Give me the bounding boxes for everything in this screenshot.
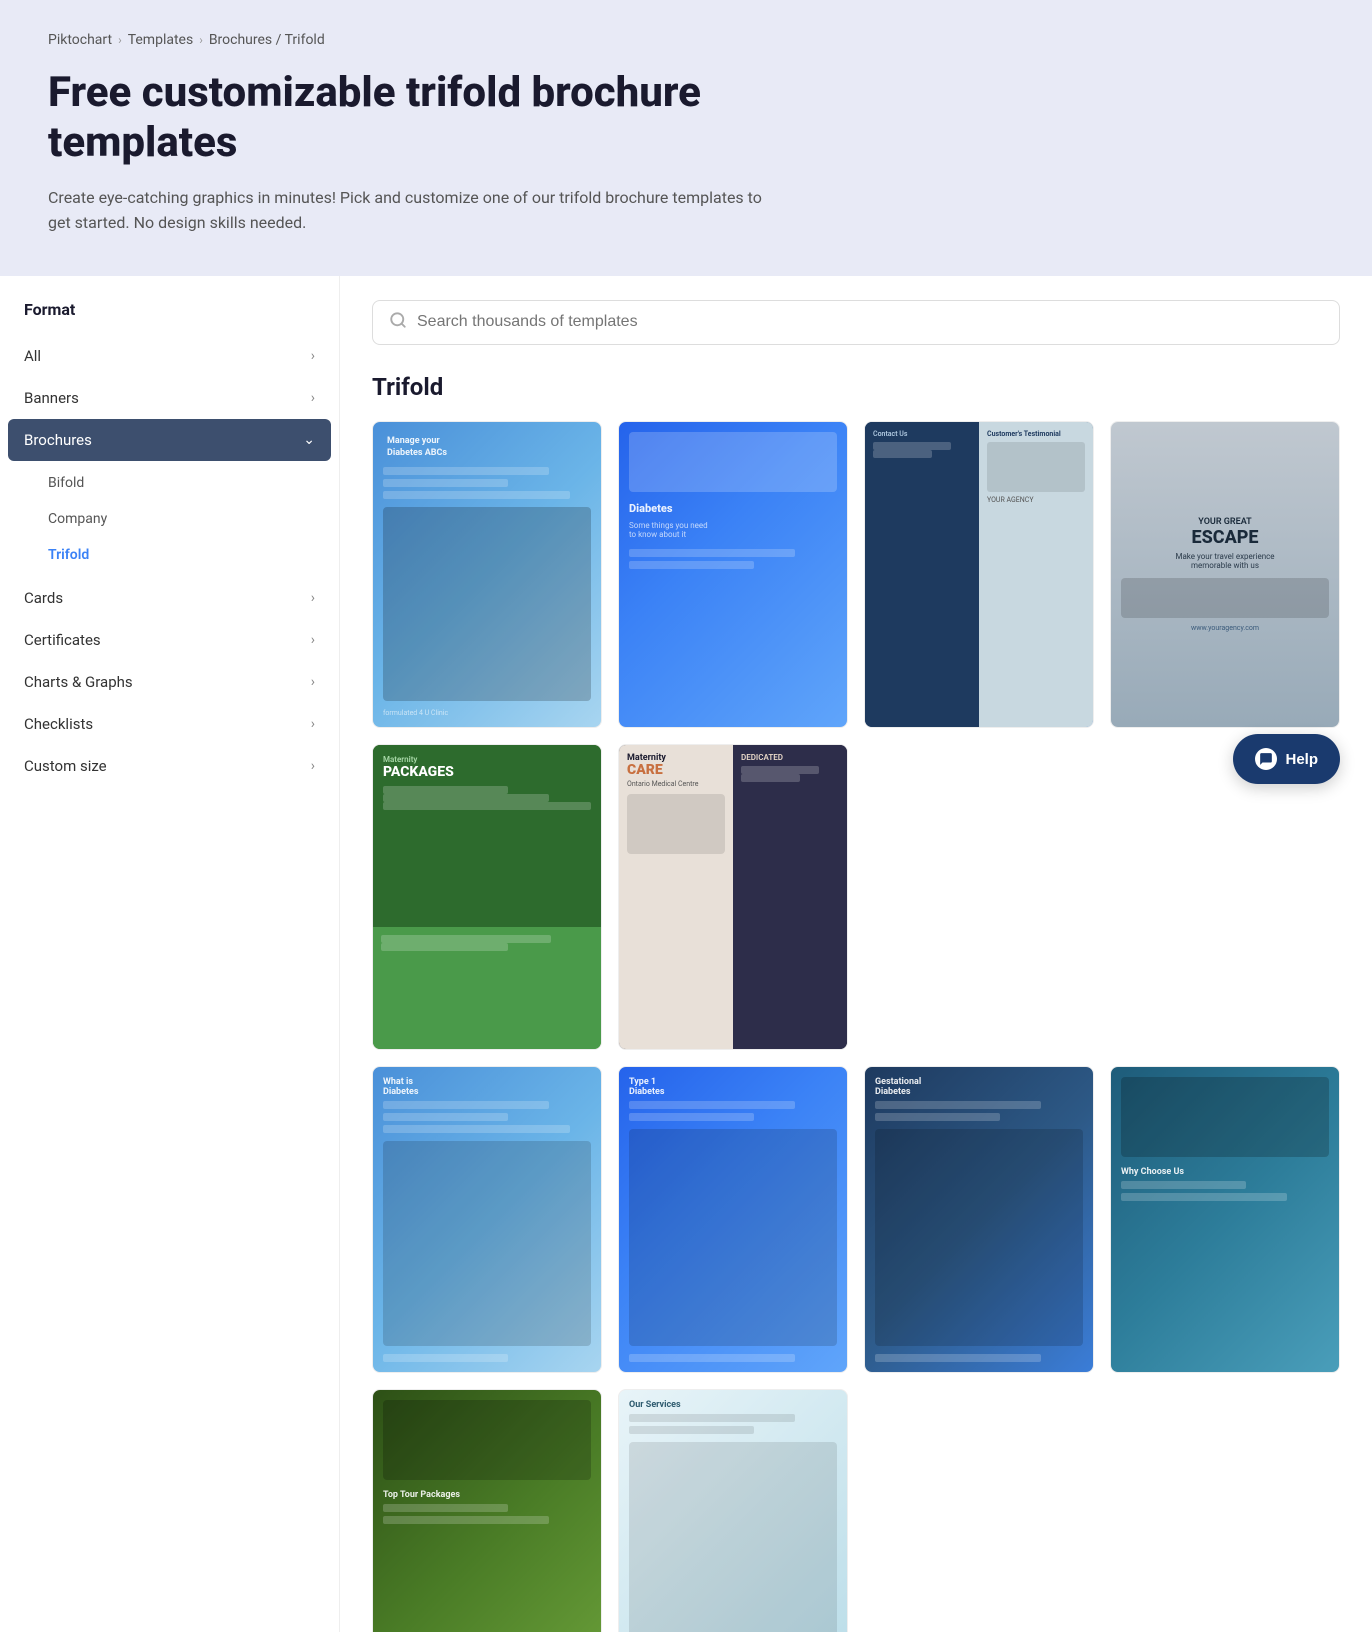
template-card[interactable]: Maternity CARE Ontario Medical Centre DE… xyxy=(618,744,848,1051)
main-content: Format All › Banners › Brochures ⌄ Bifol… xyxy=(0,276,1372,1632)
sidebar-title: Format xyxy=(0,300,339,335)
sidebar-label-brochures: Brochures xyxy=(24,431,92,449)
templates-grid-row2: What isDiabetes Type 1Diabetes xyxy=(372,1066,1340,1632)
template-card[interactable]: What isDiabetes xyxy=(372,1066,602,1373)
template-card[interactable]: GestationalDiabetes xyxy=(864,1066,1094,1373)
sidebar-label-bifold: Bifold xyxy=(48,475,84,491)
sidebar-label-custom-size: Custom size xyxy=(24,757,107,775)
chevron-right-icon: › xyxy=(311,348,315,364)
sidebar-item-charts-graphs[interactable]: Charts & Graphs › xyxy=(0,661,339,703)
breadcrumb-current: Brochures / Trifold xyxy=(209,32,325,48)
breadcrumb: Piktochart › Templates › Brochures / Tri… xyxy=(48,32,1324,48)
sidebar-item-custom-size[interactable]: Custom size › xyxy=(0,745,339,787)
hero-banner: Piktochart › Templates › Brochures / Tri… xyxy=(0,0,1372,276)
template-card[interactable]: Maternity PACKAGES xyxy=(372,744,602,1051)
template-card[interactable]: Manage yourDiabetes ABCs formulated 4 U … xyxy=(372,421,602,728)
template-card[interactable]: YOUR GREAT ESCAPE Make your travel exper… xyxy=(1110,421,1340,728)
breadcrumb-sep-1: › xyxy=(118,33,122,47)
help-button[interactable]: Help xyxy=(1233,734,1340,784)
breadcrumb-home[interactable]: Piktochart xyxy=(48,32,112,48)
sidebar-item-all[interactable]: All › xyxy=(0,335,339,377)
chevron-right-icon: › xyxy=(311,674,315,690)
chat-icon xyxy=(1255,748,1277,770)
sidebar-item-banners[interactable]: Banners › xyxy=(0,377,339,419)
sidebar-item-company[interactable]: Company xyxy=(0,501,339,537)
sidebar-item-checklists[interactable]: Checklists › xyxy=(0,703,339,745)
search-input[interactable] xyxy=(417,313,1323,331)
sidebar-label-cards: Cards xyxy=(24,589,63,607)
sidebar-item-certificates[interactable]: Certificates › xyxy=(0,619,339,661)
template-card[interactable]: Why Choose Us xyxy=(1110,1066,1340,1373)
sidebar-item-cards[interactable]: Cards › xyxy=(0,577,339,619)
help-label: Help xyxy=(1285,751,1318,768)
breadcrumb-templates[interactable]: Templates xyxy=(128,32,194,48)
templates-grid-row1: Manage yourDiabetes ABCs formulated 4 U … xyxy=(372,421,1340,1050)
section-heading: Trifold xyxy=(372,373,1340,401)
sidebar-item-brochures[interactable]: Brochures ⌄ xyxy=(8,419,331,461)
template-card[interactable]: Diabetes Some things you needto know abo… xyxy=(618,421,848,728)
sidebar-item-trifold[interactable]: Trifold xyxy=(0,537,339,573)
content-area: Trifold Manage yourDiabetes ABCs formula… xyxy=(340,276,1372,1632)
chevron-right-icon: › xyxy=(311,716,315,732)
sidebar-item-bifold[interactable]: Bifold xyxy=(0,465,339,501)
hero-subtitle: Create eye-catching graphics in minutes!… xyxy=(48,185,768,236)
search-icon xyxy=(389,311,407,334)
template-card[interactable]: Type 1Diabetes xyxy=(618,1066,848,1373)
sidebar-label-all: All xyxy=(24,347,41,365)
brochures-sub-menu: Bifold Company Trifold xyxy=(0,461,339,577)
page-title: Free customizable trifold brochure templ… xyxy=(48,68,748,169)
chevron-right-icon: › xyxy=(311,390,315,406)
sidebar-label-charts-graphs: Charts & Graphs xyxy=(24,673,133,691)
sidebar-label-company: Company xyxy=(48,511,107,527)
chevron-right-icon: › xyxy=(311,758,315,774)
template-card[interactable]: Contact Us Customer's Testimonial YOUR A… xyxy=(864,421,1094,728)
template-card[interactable]: Our Services xyxy=(618,1389,848,1632)
sidebar: Format All › Banners › Brochures ⌄ Bifol… xyxy=(0,276,340,1632)
sidebar-label-banners: Banners xyxy=(24,389,79,407)
sidebar-label-trifold: Trifold xyxy=(48,547,89,563)
template-card[interactable]: Top Tour Packages xyxy=(372,1389,602,1632)
chevron-right-icon: › xyxy=(311,632,315,648)
breadcrumb-sep-2: › xyxy=(199,33,203,47)
sidebar-label-certificates: Certificates xyxy=(24,631,101,649)
search-bar[interactable] xyxy=(372,300,1340,345)
sidebar-label-checklists: Checklists xyxy=(24,715,93,733)
chevron-down-icon: ⌄ xyxy=(303,432,315,448)
chevron-right-icon: › xyxy=(311,590,315,606)
